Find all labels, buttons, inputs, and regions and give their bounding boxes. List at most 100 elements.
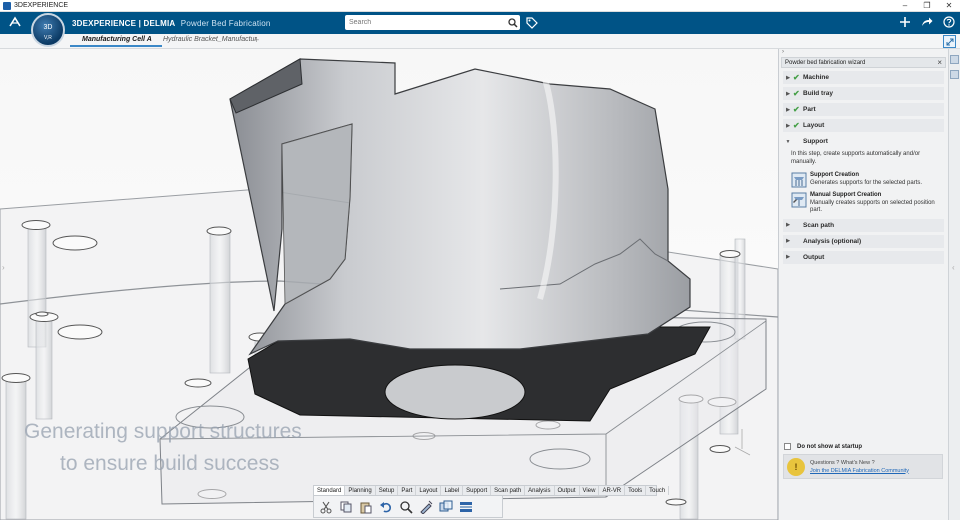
ab-tab-support[interactable]: Support — [463, 486, 492, 495]
tag-icon[interactable] — [525, 16, 539, 30]
os-window-title: 3DEXPERIENCE — [14, 2, 69, 9]
tab-hydraulic-bracket[interactable]: Hydraulic Bracket_Manufactur — [163, 36, 257, 43]
manual-support-icon[interactable] — [791, 192, 807, 208]
ab-tab-planning[interactable]: Planning — [345, 486, 376, 495]
ab-tab-view[interactable]: View — [580, 486, 600, 495]
support-creation-title: Support Creation — [810, 172, 859, 178]
questions-label: Questions ? What's New ? — [810, 459, 875, 466]
step-build-tray[interactable]: ▶ ✔ Build tray — [783, 87, 944, 100]
support-creation-icon[interactable] — [791, 172, 807, 188]
close-button[interactable]: ✕ — [938, 1, 960, 10]
dont-show-checkbox[interactable] — [784, 443, 791, 450]
right-collapse-arrow-icon[interactable]: ‹ — [952, 263, 955, 272]
compass-widget[interactable]: 3D V,R — [31, 13, 65, 47]
step-part[interactable]: ▶ ✔ Part — [783, 103, 944, 116]
ab-tab-ar-vr[interactable]: AR-VR — [599, 486, 626, 495]
chevron-down-icon: ▼ — [785, 138, 791, 145]
panel-icon[interactable] — [950, 55, 959, 64]
side-strip: ‹ — [948, 49, 960, 520]
cut-icon[interactable] — [318, 499, 334, 515]
wizard-panel: › Powder bed fabrication wizard × ▶ ✔ Ma… — [778, 49, 948, 520]
bracket-part — [229, 58, 691, 356]
ab-tab-layout[interactable]: Layout — [416, 486, 442, 495]
add-tab-icon[interactable]: + — [254, 35, 259, 45]
step-label: Analysis (optional) — [803, 237, 862, 245]
step-label: Part — [803, 106, 816, 113]
manual-support-option[interactable]: Manual Support Creation Manually creates… — [791, 192, 942, 215]
manual-support-desc: Manually creates supports on selected po… — [810, 199, 935, 214]
ab-tab-setup[interactable]: Setup — [376, 486, 399, 495]
app-window: 3DEXPERIENCE – ❐ ✕ 3DEXPERIENCE | DELMIA… — [0, 0, 960, 520]
questions-box: ! Questions ? What's New ? Join the DELM… — [783, 454, 943, 479]
caption-line-2: to ensure build success — [60, 452, 280, 475]
search-box[interactable] — [345, 15, 520, 30]
3d-viewport[interactable]: Generating support structures to ensure … — [0, 49, 778, 520]
chevron-right-icon: ▶ — [786, 90, 790, 97]
search-input[interactable] — [345, 19, 506, 26]
ab-tab-analysis[interactable]: Analysis — [525, 486, 555, 495]
wizard-title: Powder bed fabrication wizard — [785, 59, 866, 66]
app-header: 3DEXPERIENCE | DELMIA Powder Bed Fabrica… — [0, 12, 960, 34]
manual-support-title: Manual Support Creation — [810, 192, 882, 198]
step-label: Layout — [803, 122, 825, 129]
dont-show-row[interactable]: Do not show at startup — [784, 443, 862, 450]
brand-title: 3DEXPERIENCE | DELMIA Powder Bed Fabrica… — [72, 19, 271, 28]
chevron-right-icon: ▶ — [786, 222, 790, 228]
ab-tab-standard[interactable]: Standard — [314, 486, 346, 495]
compass-top-label: 3D — [43, 24, 53, 31]
ab-tab-tools[interactable]: Tools — [625, 486, 647, 495]
step-label: Support — [803, 138, 828, 145]
brand-bold: 3DEXPERIENCE | DELMIA — [72, 18, 176, 28]
ab-tab-scan-path[interactable]: Scan path — [491, 486, 526, 495]
action-bar-tabs: Standard Planning Setup Part Layout Labe… — [313, 485, 670, 496]
step-analysis[interactable]: ▶ Analysis (optional) — [783, 234, 944, 248]
minimize-button[interactable]: – — [894, 1, 916, 10]
undo-icon[interactable] — [378, 499, 394, 515]
step-support[interactable]: ▼ Support — [783, 135, 944, 148]
ab-tab-touch[interactable]: Touch — [646, 486, 670, 495]
add-icon[interactable] — [898, 15, 912, 29]
help-icon[interactable] — [942, 15, 956, 29]
share-icon[interactable] — [920, 15, 934, 29]
fit-all-icon[interactable] — [398, 499, 414, 515]
check-icon: ✔ — [793, 105, 800, 114]
chevron-right-icon: ▶ — [786, 254, 790, 260]
paste-icon[interactable] — [358, 499, 374, 515]
step-layout[interactable]: ▶ ✔ Layout — [783, 119, 944, 132]
scene-3d[interactable] — [0, 49, 778, 520]
restore-button[interactable]: ❐ — [916, 1, 938, 10]
properties-icon[interactable] — [458, 499, 474, 515]
compass-bottom-label: V,R — [44, 35, 52, 41]
dont-show-label: Do not show at startup — [797, 443, 862, 450]
support-creation-option[interactable]: Support Creation Generates supports for … — [791, 172, 942, 188]
step-machine[interactable]: ▶ ✔ Machine — [783, 71, 944, 84]
ds-logo-icon[interactable] — [8, 15, 28, 31]
step-label: Build tray — [803, 90, 833, 97]
measure-icon[interactable] — [418, 499, 434, 515]
view-mode-icon[interactable] — [438, 499, 454, 515]
step-output[interactable]: ▶ Output — [783, 250, 944, 264]
left-collapse-arrow-icon[interactable]: › — [2, 263, 5, 272]
app-name: Powder Bed Fabrication — [180, 18, 271, 28]
ab-tab-output[interactable]: Output — [555, 486, 580, 495]
search-icon[interactable] — [506, 16, 520, 30]
close-icon[interactable]: × — [937, 58, 942, 67]
action-bar-tools — [313, 496, 503, 518]
expand-icon[interactable] — [943, 35, 956, 48]
os-title-bar: 3DEXPERIENCE – ❐ ✕ — [0, 0, 960, 12]
lightbulb-icon: ! — [787, 457, 805, 476]
ab-tab-part[interactable]: Part — [398, 486, 417, 495]
panel-collapse-arrow-icon[interactable]: › — [779, 49, 948, 57]
panel-icon-2[interactable] — [950, 70, 959, 79]
support-step-body: In this step, create supports automatica… — [791, 151, 942, 215]
chevron-right-icon: ▶ — [786, 122, 790, 129]
support-intro: In this step, create supports automatica… — [791, 151, 921, 165]
ab-tab-label[interactable]: Label — [441, 486, 464, 495]
support-creation-desc: Generates supports for the selected part… — [810, 179, 923, 186]
tab-manufacturing-cell[interactable]: Manufacturing Cell A — [70, 36, 162, 47]
copy-icon[interactable] — [338, 499, 354, 515]
check-icon: ✔ — [793, 89, 800, 98]
community-link[interactable]: Join the DELMIA Fabrication Community — [810, 467, 909, 475]
app-icon — [3, 1, 11, 10]
step-scan-path[interactable]: ▶ Scan path — [783, 218, 944, 232]
